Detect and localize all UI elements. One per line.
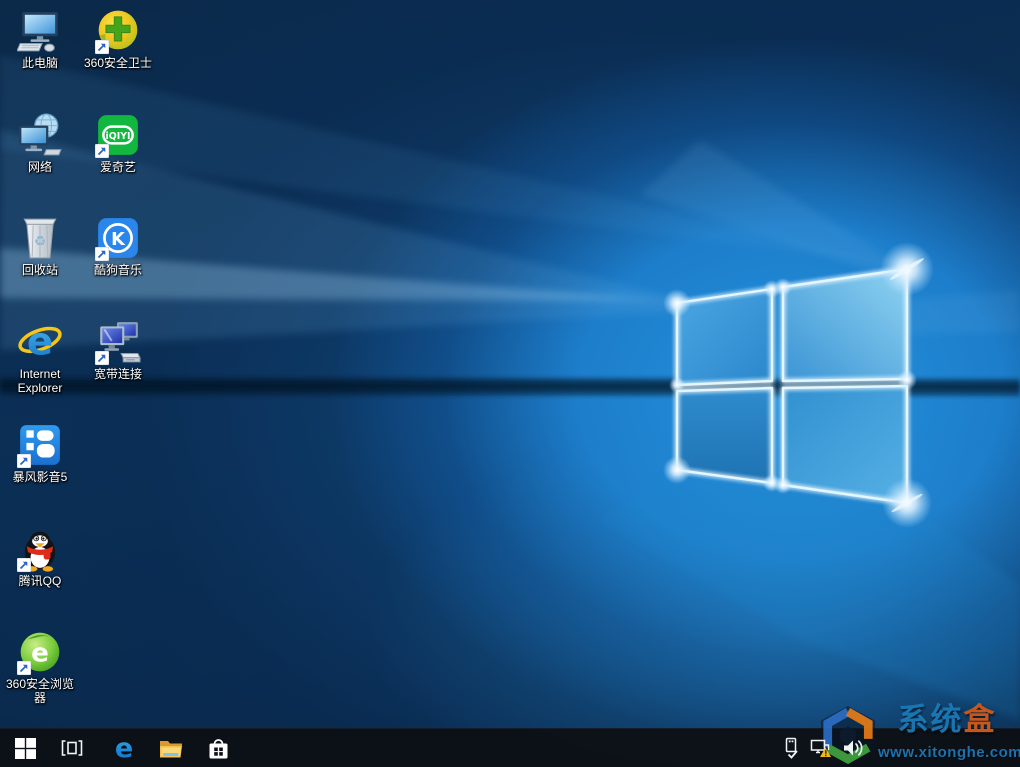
shortcut-arrow-icon — [95, 143, 109, 158]
desktop-icon-label: 回收站 — [21, 263, 58, 277]
windows-store-icon — [209, 738, 227, 758]
desktop-icon-label: 宽带连接 — [93, 366, 142, 381]
network-icon — [19, 112, 62, 155]
desktop-icon-network[interactable]: 网络 — [2, 112, 78, 174]
desktop-icon-label: 腾讯QQ — [18, 573, 62, 588]
shortcut-arrow-icon — [95, 350, 109, 365]
svg-text:iQIYI: iQIYI — [106, 130, 131, 141]
network-warning-icon — [810, 739, 831, 757]
desktop-icon-qq[interactable]: 腾讯QQ — [2, 526, 78, 588]
desktop-icon-safe360[interactable]: 360安全卫士 — [80, 8, 156, 70]
volume-icon — [844, 740, 863, 756]
desktop-icon-label: 360安全浏览器 — [5, 677, 75, 706]
volume-tray-button[interactable] — [838, 729, 868, 767]
shortcut-arrow-icon — [17, 557, 31, 572]
svg-text:e: e — [31, 638, 49, 668]
svg-text:e: e — [27, 319, 53, 364]
usb-tray-button[interactable] — [776, 729, 806, 767]
this-pc-icon — [17, 12, 58, 52]
desktop-icon-label: 此电脑 — [21, 56, 58, 70]
shortcut-arrow-icon — [95, 40, 109, 54]
svg-text:e: e — [115, 733, 133, 763]
edge-browser-icon: e — [115, 733, 133, 763]
desktop-icon-label: 酷狗音乐 — [93, 263, 142, 277]
desktop-icon-label: 爱奇艺 — [99, 159, 136, 174]
recycle-bin-icon: ♻ — [23, 218, 57, 259]
desktop-icon-label: Internet Explorer — [17, 366, 63, 395]
desktop-icon-label: 网络 — [27, 159, 52, 174]
edge-button[interactable]: e — [104, 729, 144, 767]
desktop-icon-kugou[interactable]: K 酷狗音乐 — [80, 215, 156, 277]
desktop-icon-label: 暴风影音5 — [12, 470, 68, 484]
shortcut-arrow-icon — [17, 661, 31, 675]
shortcut-arrow-icon — [95, 247, 109, 261]
desktop-icon-label: 360安全卫士 — [83, 56, 153, 70]
store-button[interactable] — [198, 729, 238, 767]
windows10-desktop: 此电脑 360安全卫士 网络 iQIYI 爱奇艺 ♻ 回收站 K 酷狗音乐 e … — [0, 0, 1020, 767]
desktop-icon-grid: 此电脑 360安全卫士 网络 iQIYI 爱奇艺 ♻ 回收站 K 酷狗音乐 e … — [0, 0, 1020, 767]
desktop-icon-baofeng[interactable]: 暴风影音5 — [2, 422, 78, 484]
svg-text:♻: ♻ — [34, 233, 46, 249]
windows-start-icon — [14, 737, 36, 759]
desktop-icon-iqiyi[interactable]: iQIYI 爱奇艺 — [80, 112, 156, 174]
task-view-icon — [61, 740, 83, 756]
file-explorer-icon — [160, 741, 182, 758]
task-view-button[interactable] — [52, 729, 92, 767]
desktop-icon-this-pc[interactable]: 此电脑 — [2, 8, 78, 70]
svg-text:K: K — [111, 230, 126, 250]
desktop-icon-broadband[interactable]: 宽带连接 — [80, 319, 156, 381]
file-explorer-button[interactable] — [151, 729, 191, 767]
internet-explorer-icon: e — [18, 319, 62, 364]
network-tray-button[interactable] — [806, 729, 836, 767]
desktop-icon-ie[interactable]: e Internet Explorer — [2, 319, 78, 396]
desktop-icon-recycle[interactable]: ♻ 回收站 — [2, 215, 78, 277]
shortcut-arrow-icon — [17, 454, 31, 468]
start-button[interactable] — [2, 729, 48, 767]
usb-safely-remove-icon — [785, 737, 798, 759]
desktop-icon-browser360[interactable]: e 360安全浏览器 — [2, 629, 78, 706]
